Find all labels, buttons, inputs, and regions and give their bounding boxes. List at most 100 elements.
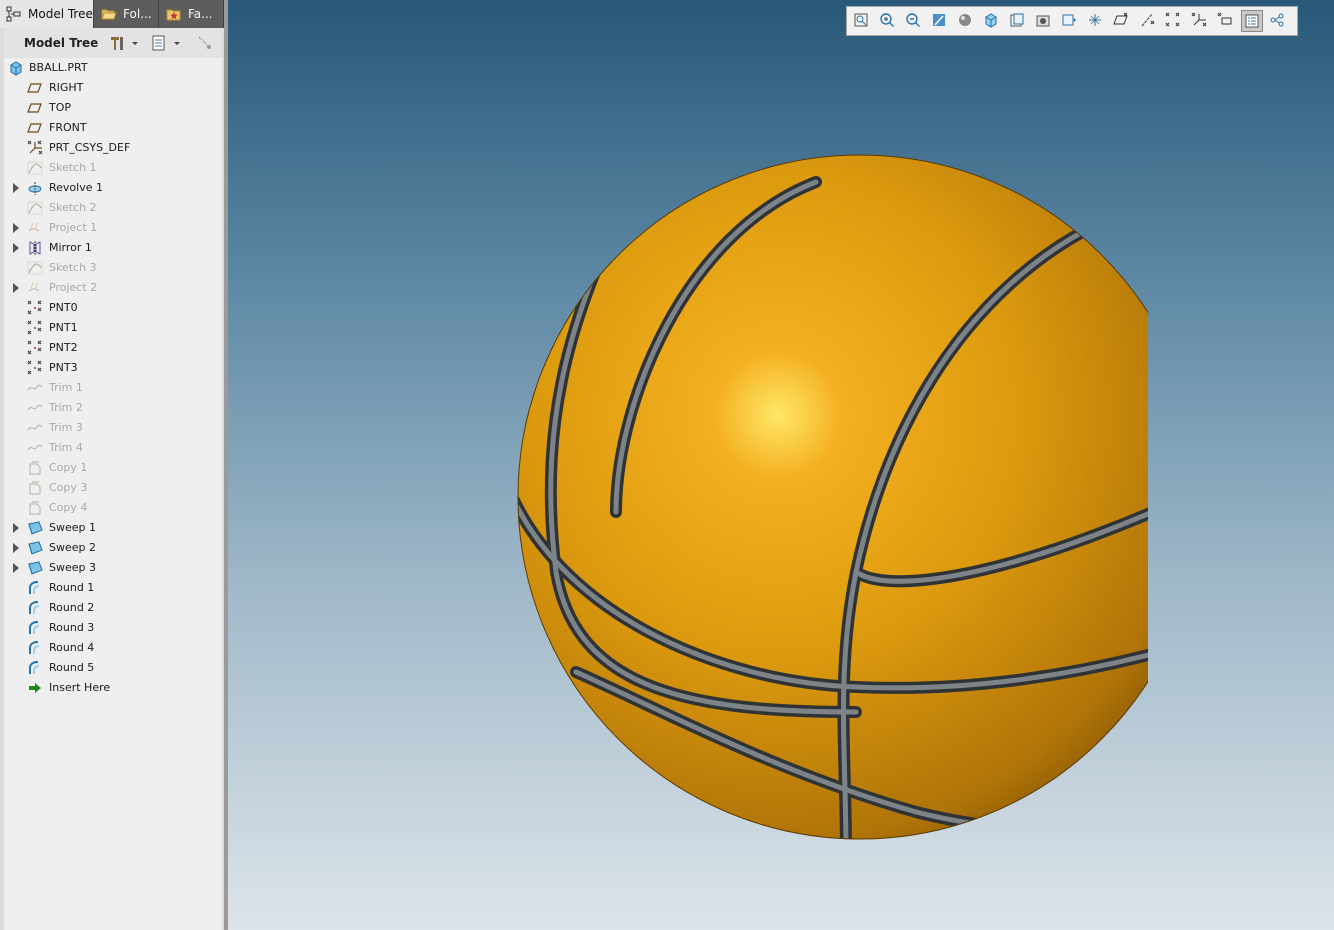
graphics-toolbar — [846, 6, 1298, 36]
annotation-display-button[interactable] — [1085, 10, 1107, 32]
tree-item-label: Sketch 2 — [49, 201, 97, 214]
sweep-icon — [28, 521, 43, 535]
zoom-out-button[interactable] — [903, 10, 925, 32]
graphics-window[interactable] — [228, 0, 1334, 930]
tree-item[interactable]: PNT0 — [4, 298, 222, 318]
expand-arrow-icon[interactable] — [13, 283, 19, 293]
tree-item[interactable]: Copy 3 — [4, 478, 222, 498]
tree-item[interactable]: Project 2 — [4, 278, 222, 298]
refit-icon — [854, 13, 868, 27]
basketball-model[interactable] — [516, 152, 1148, 842]
navigator-tabs: Model Tree Fol... Fa... — [0, 0, 224, 28]
copy-icon — [29, 481, 41, 495]
expand-arrow-icon[interactable] — [13, 183, 19, 193]
tree-item[interactable]: Trim 4 — [4, 438, 222, 458]
tree-item-label: PNT0 — [49, 301, 78, 314]
model-tree-toggle-button[interactable] — [1241, 10, 1263, 32]
settings-tools-icon[interactable] — [108, 34, 126, 52]
tree-item[interactable]: Mirror 1 — [4, 238, 222, 258]
plane-display-button[interactable] — [1111, 10, 1133, 32]
refit-button[interactable] — [851, 10, 873, 32]
tree-item-label: TOP — [49, 101, 72, 114]
tree-item[interactable]: Insert Here — [4, 678, 222, 698]
datum-point-icon — [27, 340, 42, 355]
tree-item[interactable]: Copy 4 — [4, 498, 222, 518]
model-tree-title: Model Tree — [24, 36, 99, 50]
tree-item[interactable]: PNT3 — [4, 358, 222, 378]
tree-item-label: Copy 3 — [49, 481, 88, 494]
tree-item[interactable]: PRT_CSYS_DEF — [4, 138, 222, 158]
repaint-button[interactable] — [929, 10, 951, 32]
axis-display-button[interactable] — [1137, 10, 1159, 32]
display-style-button[interactable] — [955, 10, 977, 32]
tree-item[interactable]: Sketch 1 — [4, 158, 222, 178]
view-manager-button[interactable] — [1007, 10, 1029, 32]
detach-panel-icon[interactable] — [196, 34, 214, 52]
tree-item-label: Insert Here — [49, 681, 111, 694]
tab-model-tree[interactable]: Model Tree — [0, 0, 94, 28]
tree-item-label: Round 2 — [49, 601, 95, 614]
tree-item[interactable]: Revolve 1 — [4, 178, 222, 198]
tree-item[interactable]: Sketch 2 — [4, 198, 222, 218]
saved-orientations-icon — [985, 13, 997, 28]
tree-item[interactable]: Sketch 3 — [4, 258, 222, 278]
view-manager-icon — [1010, 13, 1024, 27]
csys-display-icon — [1191, 12, 1207, 27]
expand-arrow-icon[interactable] — [13, 563, 19, 573]
spin-center-button[interactable] — [1059, 10, 1081, 32]
sweep-icon — [28, 541, 43, 555]
datum-point-icon — [27, 360, 42, 375]
show-filter-icon[interactable] — [150, 34, 168, 52]
tree-root[interactable]: BBALL.PRT — [4, 58, 222, 78]
tree-item-label: PRT_CSYS_DEF — [49, 141, 131, 154]
expand-arrow-icon[interactable] — [13, 243, 19, 253]
tab-favorites[interactable]: Fa... — [160, 0, 224, 28]
model-tree-header: Model Tree — [4, 28, 222, 59]
tree-item-label: Round 4 — [49, 641, 95, 654]
saved-orientations-button[interactable] — [981, 10, 1003, 32]
copy-icon — [29, 501, 41, 515]
tree-item[interactable]: Copy 1 — [4, 458, 222, 478]
tree-item[interactable]: Round 3 — [4, 618, 222, 638]
tree-item-label: Trim 4 — [49, 441, 83, 454]
expand-arrow-icon[interactable] — [13, 543, 19, 553]
show-connections-button[interactable] — [1267, 10, 1289, 32]
tree-item[interactable]: Round 2 — [4, 598, 222, 618]
perspective-view-button[interactable] — [1033, 10, 1055, 32]
chevron-down-icon[interactable] — [172, 34, 182, 52]
part-icon — [10, 61, 22, 76]
tree-item[interactable]: Sweep 1 — [4, 518, 222, 538]
tree-item[interactable]: Project 1 — [4, 218, 222, 238]
expand-arrow-icon[interactable] — [13, 523, 19, 533]
sketch-icon — [27, 261, 43, 275]
tree-item[interactable]: RIGHT — [4, 78, 222, 98]
tree-item[interactable]: PNT1 — [4, 318, 222, 338]
chevron-down-icon[interactable] — [130, 34, 140, 52]
trim-icon — [27, 384, 43, 391]
tree-item[interactable]: TOP — [4, 98, 222, 118]
tree-item[interactable]: Sweep 2 — [4, 538, 222, 558]
plane-display-icon — [1113, 12, 1128, 25]
tab-label: Fa... — [188, 7, 213, 21]
round-icon — [29, 641, 40, 654]
expand-arrow-icon[interactable] — [13, 223, 19, 233]
point-tag-display-button[interactable] — [1215, 10, 1237, 32]
tree-item[interactable]: Round 1 — [4, 578, 222, 598]
tree-item[interactable]: Sweep 3 — [4, 558, 222, 578]
show-connections-icon — [1270, 13, 1284, 27]
display-style-icon — [959, 14, 971, 26]
tree-item[interactable]: Trim 1 — [4, 378, 222, 398]
tab-folder-browser[interactable]: Fol... — [95, 0, 159, 28]
tree-item-label: Copy 4 — [49, 501, 88, 514]
tree-item[interactable]: Round 5 — [4, 658, 222, 678]
zoom-in-button[interactable] — [877, 10, 899, 32]
coordinate-system-icon — [27, 140, 43, 155]
tree-item[interactable]: Trim 3 — [4, 418, 222, 438]
tree-item[interactable]: Round 4 — [4, 638, 222, 658]
point-display-button[interactable] — [1163, 10, 1185, 32]
csys-display-button[interactable] — [1189, 10, 1211, 32]
tree-item[interactable]: FRONT — [4, 118, 222, 138]
tree-item-label: Trim 2 — [49, 401, 83, 414]
tree-item[interactable]: PNT2 — [4, 338, 222, 358]
tree-item[interactable]: Trim 2 — [4, 398, 222, 418]
